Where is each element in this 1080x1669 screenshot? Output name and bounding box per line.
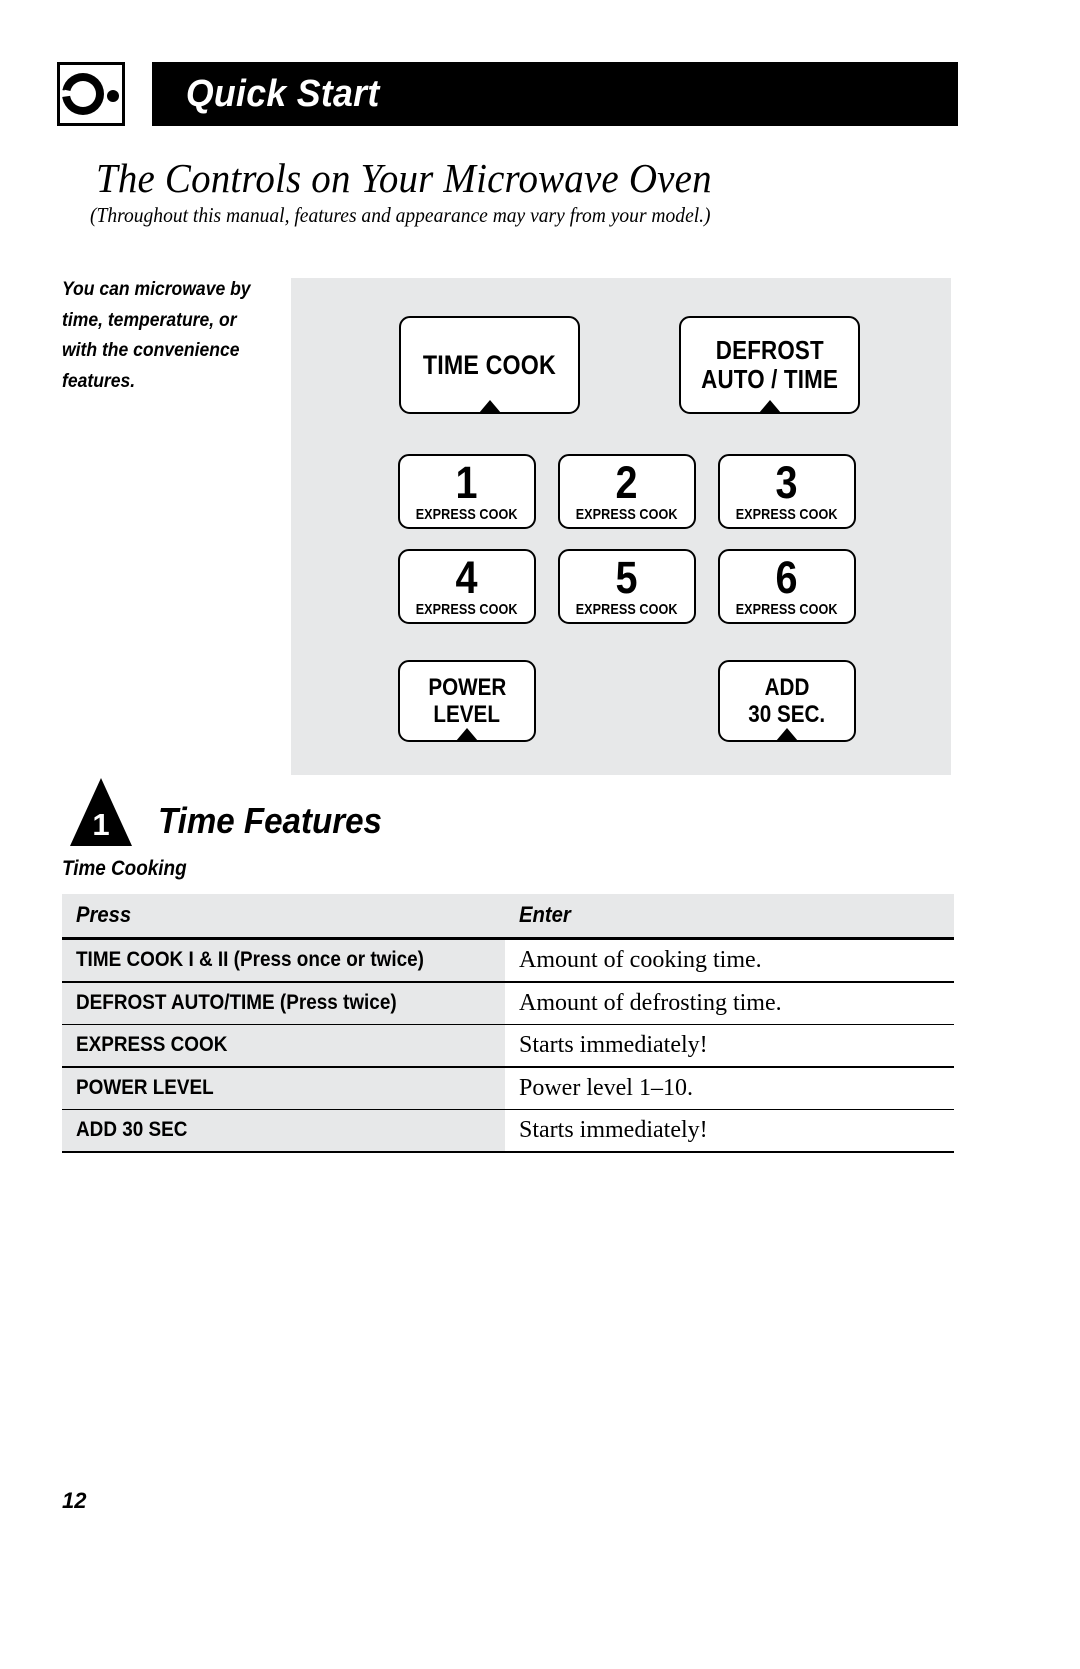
table-header-press-cell: Press [62,894,505,937]
control-panel: TIME COOK DEFROST AUTO / TIME 1 EXPRESS … [291,278,951,775]
button-express-cook-6-digit: 6 [775,551,799,603]
button-power-level[interactable]: POWER LEVEL [398,660,536,742]
triangle-notch-icon [478,400,501,413]
button-express-cook-3-digit: 3 [775,456,799,508]
table-press-value: DEFROST AUTO/TIME (Press twice) [76,989,397,1014]
button-express-cook-1[interactable]: 1 EXPRESS COOK [398,454,536,529]
page-number: 12 [62,1488,87,1513]
button-express-cook-5-label: EXPRESS COOK [576,600,678,618]
table-header-press: Press [76,902,132,927]
table-row: POWER LEVEL Power level 1–10. [62,1067,954,1109]
button-express-cook-4[interactable]: 4 EXPRESS COOK [398,549,536,624]
table-enter-value: Starts immediately! [519,1117,708,1144]
table-row: EXPRESS COOK Starts immediately! [62,1025,954,1067]
button-add-30-sec[interactable]: ADD 30 SEC. [718,660,856,742]
button-add-30-sec-label-line1: ADD [764,674,810,701]
table-enter-value: Starts immediately! [519,1032,708,1059]
triangle-notch-icon [456,728,478,741]
table-press-value: EXPRESS COOK [76,1032,228,1057]
table-row: TIME COOK I & II (Press once or twice) A… [62,940,954,981]
table-cell-enter: Amount of defrosting time. [505,982,954,1024]
button-express-cook-2-digit: 2 [615,456,639,508]
button-express-cook-2[interactable]: 2 EXPRESS COOK [558,454,696,529]
button-express-cook-2-label: EXPRESS COOK [576,505,678,523]
table-enter-value: Amount of cooking time. [519,947,762,973]
table-rule [62,1151,954,1153]
table-cell-press: POWER LEVEL [62,1067,505,1109]
chapter-title: Quick Start [185,72,380,115]
section-title: Time Features [158,800,382,841]
button-express-cook-3-label: EXPRESS COOK [736,505,838,523]
table-cell-press: TIME COOK I & II (Press once or twice) [62,940,505,981]
table-cell-press: DEFROST AUTO/TIME (Press twice) [62,982,505,1024]
table-row: ADD 30 SEC Starts immediately! [62,1110,954,1152]
button-add-30-sec-label-line2: 30 SEC. [748,701,826,728]
margin-note: You can microwave by time, temperature, … [62,278,251,392]
button-express-cook-1-digit: 1 [455,456,479,508]
page-header: Quick Start [0,0,1080,140]
table-enter-value: Power level 1–10. [519,1074,693,1101]
table-cell-enter: Starts immediately! [505,1025,954,1067]
button-express-cook-5[interactable]: 5 EXPRESS COOK [558,549,696,624]
triangle-notch-icon [758,400,781,413]
button-express-cook-6-label: EXPRESS COOK [736,600,838,618]
button-time-cook-label: TIME COOK [422,349,557,380]
table-cell-press: ADD 30 SEC [62,1110,505,1152]
table-cell-press: EXPRESS COOK [62,1025,505,1067]
button-power-level-label-line2: LEVEL [433,701,501,728]
table-cell-enter: Power level 1–10. [505,1067,954,1109]
button-express-cook-4-digit: 4 [455,551,479,603]
button-express-cook-4-label: EXPRESS COOK [416,600,518,618]
triangle-notch-icon [776,728,798,741]
button-time-cook[interactable]: TIME COOK [399,316,580,414]
table-header-enter: Enter [519,902,571,927]
table-cell-enter: Starts immediately! [505,1110,954,1152]
button-defrost-label-line1: DEFROST [715,335,824,365]
table-cell-enter: Amount of cooking time. [505,940,954,981]
time-cooking-table: Press Enter TIME COOK I & II (Press once… [62,894,954,1153]
chapter-title-bar: Quick Start [152,62,958,126]
button-express-cook-3[interactable]: 3 EXPRESS COOK [718,454,856,529]
button-express-cook-1-label: EXPRESS COOK [416,505,518,523]
section-number: 1 [92,807,110,842]
table-press-value: POWER LEVEL [76,1074,214,1099]
button-defrost-label-line2: AUTO / TIME [701,364,838,394]
page-subtitle: (Throughout this manual, features and ap… [90,203,711,227]
button-power-level-label-line1: POWER [428,674,506,701]
button-express-cook-6[interactable]: 6 EXPRESS COOK [718,549,856,624]
table-enter-value: Amount of defrosting time. [519,989,782,1016]
table-press-value: ADD 30 SEC [76,1117,188,1142]
page-title: The Controls on Your Microwave Oven [96,155,712,201]
microwave-dial-icon [57,62,125,126]
table-row: DEFROST AUTO/TIME (Press twice) Amount o… [62,982,954,1024]
table-header-row: Press Enter [62,894,954,937]
table-press-value: TIME COOK I & II (Press once or twice) [76,947,424,971]
table-header-enter-cell: Enter [505,894,954,937]
button-defrost-auto-time[interactable]: DEFROST AUTO / TIME [679,316,860,414]
subsection-title: Time Cooking [62,857,187,880]
button-express-cook-5-digit: 5 [615,551,639,603]
section-number-marker: 1 [70,778,132,846]
